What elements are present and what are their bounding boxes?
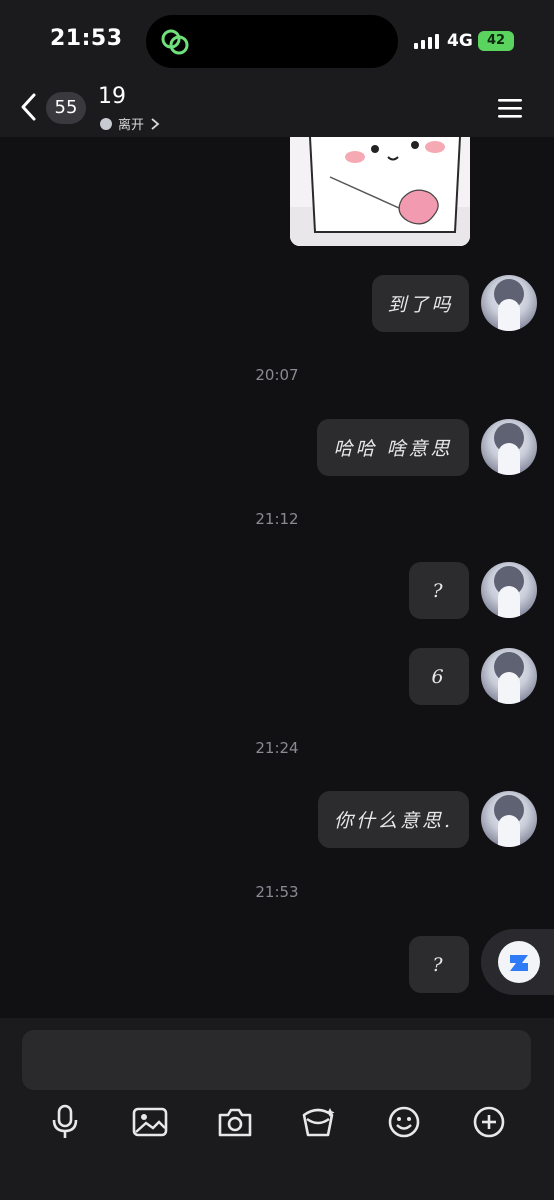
plus-icon	[473, 1106, 505, 1138]
assistant-logo-icon	[498, 941, 540, 983]
message-timestamp: 21:12	[255, 510, 299, 528]
message-input[interactable]	[22, 1030, 531, 1090]
cellular-signal-icon	[414, 34, 439, 49]
message-timestamp: 20:07	[255, 366, 299, 384]
dynamic-island	[146, 15, 398, 68]
status-time: 21:53	[50, 26, 123, 51]
message-bubble[interactable]: ?	[409, 562, 469, 619]
cartoon-sticker-image	[290, 137, 470, 246]
message-bubble[interactable]: ?	[409, 936, 469, 993]
message-timestamp: 21:53	[255, 883, 299, 901]
message-bubble[interactable]: 6	[409, 648, 469, 705]
image-button[interactable]	[128, 1100, 172, 1144]
image-icon	[132, 1107, 168, 1137]
more-button[interactable]	[467, 1100, 511, 1144]
avatar[interactable]	[481, 648, 537, 704]
presence-label: 离开	[118, 118, 145, 133]
clock-icon	[100, 117, 112, 130]
unread-count-badge[interactable]: 55	[46, 92, 86, 124]
avatar[interactable]	[481, 562, 537, 618]
menu-icon[interactable]	[496, 96, 524, 120]
camera-button[interactable]	[213, 1100, 257, 1144]
battery-indicator: 42	[478, 31, 514, 51]
contact-name[interactable]: 19	[98, 84, 126, 109]
chat-header: 55 19 离开	[0, 82, 554, 137]
chevron-right-icon	[151, 117, 160, 130]
network-type: 4G	[447, 31, 473, 51]
link-icon	[161, 29, 189, 55]
composer	[0, 1018, 554, 1200]
microphone-icon	[52, 1104, 78, 1138]
back-chevron-icon[interactable]	[18, 92, 40, 122]
avatar[interactable]	[481, 275, 537, 331]
avatar[interactable]	[481, 791, 537, 847]
sticker-message[interactable]	[290, 137, 470, 246]
message-list[interactable]: 到了吗 20:07 哈哈 啥意思 21:12 ? 6 21:24 你什么意思. …	[0, 137, 554, 1018]
microphone-button[interactable]	[43, 1100, 87, 1144]
message-bubble[interactable]: 到了吗	[372, 275, 469, 332]
message-timestamp: 21:24	[255, 739, 299, 757]
input-toolbar	[0, 1100, 554, 1144]
emoji-icon	[388, 1106, 420, 1138]
red-packet-icon	[302, 1108, 335, 1137]
presence-status[interactable]: 离开	[100, 114, 160, 133]
message-bubble[interactable]: 哈哈 啥意思	[317, 419, 469, 476]
avatar[interactable]	[481, 419, 537, 475]
emoji-button[interactable]	[382, 1100, 426, 1144]
red-packet-button[interactable]	[296, 1100, 340, 1144]
floating-assistant-button[interactable]	[481, 929, 554, 995]
camera-icon	[218, 1108, 252, 1137]
status-bar: 21:53 4G 42	[0, 0, 554, 82]
message-bubble[interactable]: 你什么意思.	[318, 791, 469, 848]
